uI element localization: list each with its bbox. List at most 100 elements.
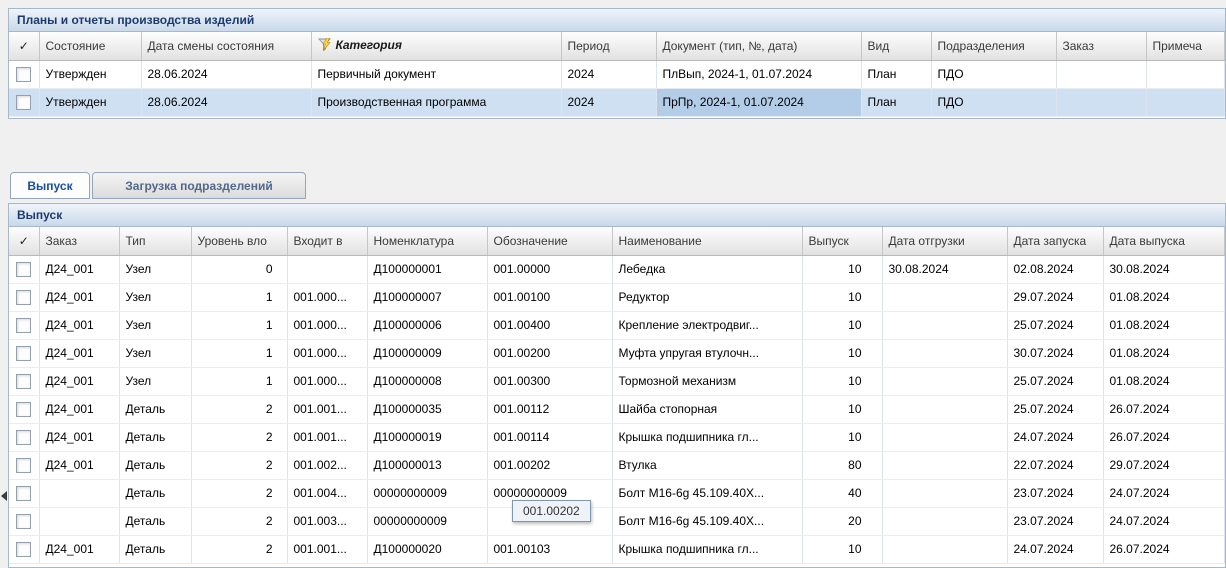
cell-name[interactable]: Лебедка <box>612 255 802 283</box>
row-checkbox[interactable] <box>16 514 31 529</box>
cell-name[interactable]: Крышка подшипника гл... <box>612 535 802 563</box>
row-checkbox[interactable] <box>16 374 31 389</box>
col-output[interactable]: Выпуск <box>802 227 882 255</box>
col-state-date[interactable]: Дата смены состояния <box>141 32 311 60</box>
cell-nomenclature[interactable]: Д100000007 <box>367 283 487 311</box>
cell-launch-date[interactable]: 24.07.2024 <box>1007 423 1103 451</box>
cell-parent[interactable]: 001.003... <box>287 507 367 535</box>
cell-nomenclature[interactable]: Д100000008 <box>367 367 487 395</box>
cell-order[interactable]: Д24_001 <box>39 255 119 283</box>
cell-document-focused[interactable]: ПрПр, 2024-1, 01.07.2024 <box>656 88 861 116</box>
cell-parent[interactable]: 001.001... <box>287 395 367 423</box>
cell-launch-date[interactable]: 25.07.2024 <box>1007 367 1103 395</box>
cell-parent[interactable]: 001.000... <box>287 339 367 367</box>
cell-period[interactable]: 2024 <box>561 60 656 88</box>
cell-name[interactable]: Шайба стопорная <box>612 395 802 423</box>
cell-type[interactable]: Узел <box>119 339 191 367</box>
cell-output[interactable]: 20 <box>802 507 882 535</box>
cell-release-date[interactable]: 01.08.2024 <box>1103 339 1225 367</box>
select-all-header[interactable]: ✓ <box>9 32 39 60</box>
cell-ship-date[interactable] <box>882 535 1007 563</box>
cell-ship-date[interactable] <box>882 395 1007 423</box>
cell-name[interactable]: Редуктор <box>612 283 802 311</box>
output-row[interactable]: Деталь 2 001.004... 00000000009 00000000… <box>9 479 1225 507</box>
cell-category[interactable]: Производственная программа <box>311 88 561 116</box>
output-row[interactable]: Д24_001 Узел 1 001.000... Д100000007 001… <box>9 283 1225 311</box>
cell-document[interactable]: ПлВып, 2024-1, 01.07.2024 <box>656 60 861 88</box>
cell-period[interactable]: 2024 <box>561 88 656 116</box>
output-row[interactable]: Д24_001 Деталь 2 001.001... Д100000035 0… <box>9 395 1225 423</box>
cell-ship-date[interactable] <box>882 479 1007 507</box>
cell-designation[interactable]: 001.00114 <box>487 423 612 451</box>
cell-order[interactable]: Д24_001 <box>39 395 119 423</box>
cell-designation[interactable]: 001.00300 <box>487 367 612 395</box>
output-row[interactable]: Д24_001 Деталь 2 001.002... Д100000013 0… <box>9 451 1225 479</box>
row-checkbox[interactable] <box>16 262 31 277</box>
cell-type[interactable]: Узел <box>119 255 191 283</box>
cell-level[interactable]: 0 <box>191 255 287 283</box>
cell-order[interactable]: Д24_001 <box>39 283 119 311</box>
plan-row[interactable]: Утвержден 28.06.2024 Первичный документ … <box>9 60 1225 88</box>
cell-state-date[interactable]: 28.06.2024 <box>141 88 311 116</box>
output-row[interactable]: Деталь 2 001.003... 00000000009 Болт М16… <box>9 507 1225 535</box>
cell-release-date[interactable]: 24.07.2024 <box>1103 479 1225 507</box>
cell-designation[interactable]: 001.00000 <box>487 255 612 283</box>
cell-note[interactable] <box>1146 60 1225 88</box>
cell-name[interactable]: Тормозной механизм <box>612 367 802 395</box>
cell-nomenclature[interactable]: Д100000006 <box>367 311 487 339</box>
col-designation[interactable]: Обозначение <box>487 227 612 255</box>
cell-type[interactable]: Деталь <box>119 423 191 451</box>
cell-release-date[interactable]: 01.08.2024 <box>1103 283 1225 311</box>
cell-level[interactable]: 2 <box>191 535 287 563</box>
cell-designation[interactable]: 001.00200 <box>487 339 612 367</box>
cell-order[interactable] <box>39 507 119 535</box>
cell-order[interactable]: Д24_001 <box>39 423 119 451</box>
cell-parent[interactable] <box>287 255 367 283</box>
cell-type[interactable]: Деталь <box>119 507 191 535</box>
col-release-date[interactable]: Дата выпуска <box>1103 227 1225 255</box>
cell-parent[interactable]: 001.001... <box>287 423 367 451</box>
row-checkbox[interactable] <box>16 430 31 445</box>
col-type[interactable]: Тип <box>119 227 191 255</box>
cell-ship-date[interactable] <box>882 423 1007 451</box>
cell-output[interactable]: 10 <box>802 339 882 367</box>
cell-release-date[interactable]: 24.07.2024 <box>1103 507 1225 535</box>
cell-parent[interactable]: 001.004... <box>287 479 367 507</box>
cell-level[interactable]: 1 <box>191 367 287 395</box>
cell-order[interactable] <box>39 479 119 507</box>
cell-release-date[interactable]: 29.07.2024 <box>1103 451 1225 479</box>
cell-launch-date[interactable]: 24.07.2024 <box>1007 535 1103 563</box>
row-checkbox[interactable] <box>16 486 31 501</box>
cell-order[interactable]: Д24_001 <box>39 339 119 367</box>
row-checkbox[interactable] <box>16 346 31 361</box>
col-category[interactable]: Категория <box>311 32 561 60</box>
output-row[interactable]: Д24_001 Деталь 2 001.001... Д100000019 0… <box>9 423 1225 451</box>
cell-nomenclature[interactable]: Д100000013 <box>367 451 487 479</box>
cell-parent[interactable]: 001.000... <box>287 311 367 339</box>
cell-launch-date[interactable]: 25.07.2024 <box>1007 311 1103 339</box>
cell-nomenclature[interactable]: Д100000001 <box>367 255 487 283</box>
cell-type[interactable]: Деталь <box>119 451 191 479</box>
cell-type[interactable]: Деталь <box>119 535 191 563</box>
col-order[interactable]: Заказ <box>39 227 119 255</box>
select-all-header[interactable]: ✓ <box>9 227 39 255</box>
cell-parent[interactable]: 001.001... <box>287 535 367 563</box>
cell-launch-date[interactable]: 23.07.2024 <box>1007 479 1103 507</box>
cell-level[interactable]: 2 <box>191 479 287 507</box>
cell-level[interactable]: 2 <box>191 395 287 423</box>
row-checkbox[interactable] <box>16 67 31 82</box>
cell-parent[interactable]: 001.000... <box>287 283 367 311</box>
cell-output[interactable]: 10 <box>802 367 882 395</box>
cell-parent[interactable]: 001.000... <box>287 367 367 395</box>
cell-category[interactable]: Первичный документ <box>311 60 561 88</box>
cell-launch-date[interactable]: 30.07.2024 <box>1007 339 1103 367</box>
cell-release-date[interactable]: 26.07.2024 <box>1103 423 1225 451</box>
cell-output[interactable]: 40 <box>802 479 882 507</box>
cell-designation[interactable]: 001.00103 <box>487 535 612 563</box>
cell-name[interactable]: Крепление электродвиг... <box>612 311 802 339</box>
cell-output[interactable]: 10 <box>802 311 882 339</box>
col-note[interactable]: Примеча <box>1146 32 1225 60</box>
cell-release-date[interactable]: 26.07.2024 <box>1103 535 1225 563</box>
cell-ship-date[interactable] <box>882 339 1007 367</box>
output-row[interactable]: Д24_001 Узел 1 001.000... Д100000009 001… <box>9 339 1225 367</box>
